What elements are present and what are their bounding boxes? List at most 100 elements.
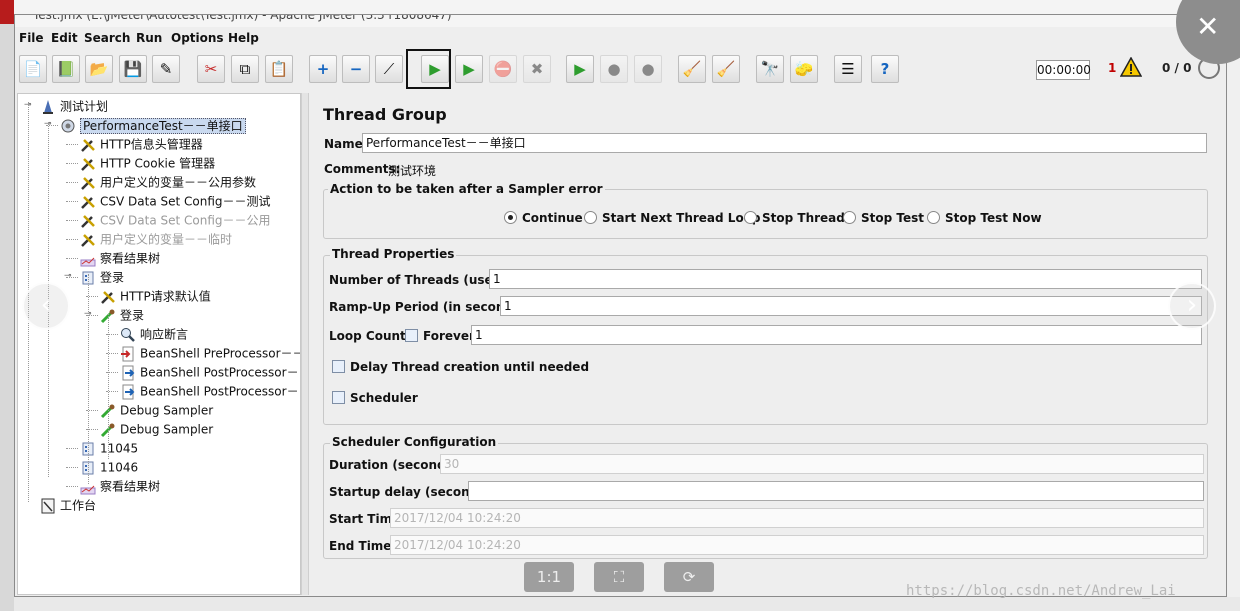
tree-node[interactable]: HTTP Cookie 管理器 [80,154,215,172]
templates-icon[interactable]: 📗 [52,55,80,83]
remote-shutdown-all-icon[interactable]: ● [634,55,662,83]
delay-thread-checkbox[interactable]: Delay Thread creation until needed [332,360,589,374]
tree-node-label: BeanShell PostProcessor－－ [140,384,301,399]
tree-node-label: Debug Sampler [120,403,214,418]
tree-node[interactable]: BeanShell PostProcessor－－ [120,363,300,381]
threads-label: Number of Threads (users): [329,273,517,287]
end-time-label: End Time [329,539,392,553]
start-no-pauses-icon[interactable]: ▶ [455,55,483,83]
start-time-field[interactable]: 2017/12/04 10:24:20 [390,508,1204,528]
warning-icon[interactable] [1120,57,1142,77]
tree-node[interactable]: 登录 [100,306,144,324]
stop-icon[interactable]: ⛔ [489,55,517,83]
remote-stop-all-icon[interactable]: ● [600,55,628,83]
radio-stop-thread[interactable]: Stop Thread [744,211,845,225]
open-icon[interactable]: 📂 [85,55,113,83]
expand-all-icon[interactable]: + [309,55,337,83]
tree-node-label: CSV Data Set Config－－公用 [100,213,271,228]
threads-field[interactable]: 1 [489,269,1202,289]
config-element-icon [80,137,96,153]
previous-image-icon[interactable]: ‹ [22,282,70,330]
tree-connector [66,467,78,468]
tree-node[interactable]: Debug Sampler [100,420,213,438]
config-element-icon [80,213,96,229]
radio-continue[interactable]: Continue [504,211,583,225]
save-icon[interactable]: 💾 [119,55,147,83]
search-icon[interactable]: 🔭 [756,55,784,83]
shutdown-icon[interactable]: ✖ [523,55,551,83]
start-icon[interactable]: ▶ [421,55,449,83]
loop-count-field[interactable]: 1 [471,325,1202,345]
test-plan-tree[interactable]: 测试计划 ⊸ PerformanceTest－－单接口 ⊸ HTTP信息头管理器 HTTP… [17,93,301,595]
menu-edit[interactable]: Edit [51,31,78,45]
splitter[interactable] [301,93,309,595]
radio-stop-test[interactable]: Stop Test [843,211,924,225]
menu-file[interactable]: File [19,31,44,45]
collapse-all-icon[interactable]: − [342,55,370,83]
tree-node[interactable]: BeanShell PostProcessor－－ [120,382,301,400]
fit-window-icon[interactable]: ⛶ [594,562,644,592]
desktop-app-icon [0,0,14,24]
config-element-icon [80,232,96,248]
function-helper-icon[interactable]: ☰ [834,55,862,83]
tree-connector [66,182,78,183]
paste-icon[interactable]: 📋 [265,55,293,83]
new-icon[interactable]: 📄 [19,55,47,83]
radio-stop-test-now[interactable]: Stop Test Now [927,211,1042,225]
scheduler-checkbox[interactable]: Scheduler [332,391,418,405]
sampler-error-group: Action to be taken after a Sampler error… [323,182,1208,239]
tree-node[interactable]: 用户定义的变量－－临时 [80,230,232,248]
clear-all-icon[interactable]: 🧹 [712,55,740,83]
tree-node[interactable]: PerformanceTest－－单接口 [60,116,246,134]
checkbox-box [332,391,345,404]
tree-node[interactable]: CSV Data Set Config－－公用 [80,211,271,229]
actual-size-button[interactable]: 1:1 [524,562,574,592]
help-icon[interactable]: ? [871,55,899,83]
tree-expander-icon[interactable]: ⊸ [64,272,72,281]
forever-checkbox[interactable]: Forever [405,329,475,343]
checkbox-box [332,360,345,373]
next-image-icon[interactable]: › [1168,282,1216,330]
tree-node-label: PerformanceTest－－单接口 [80,117,246,134]
tree-node[interactable]: 测试计划 [40,97,108,115]
tree-node-label: 用户定义的变量－－公用参数 [100,175,257,190]
tree-node[interactable]: Debug Sampler [100,401,213,419]
save-screenshot-icon[interactable]: ✎ [152,55,180,83]
menu-search[interactable]: Search [84,31,130,45]
tree-node[interactable]: 察看结果树 [80,249,160,267]
clear-icon[interactable]: 🧹 [678,55,706,83]
remote-start-all-icon[interactable]: ▶ [566,55,594,83]
tree-node[interactable]: 用户定义的变量－－公用参数 [80,173,256,191]
tree-connector [66,201,78,202]
tree-node[interactable]: HTTP请求默认值 [100,287,211,305]
rotate-icon[interactable]: ⟳ [664,562,714,592]
tree-node-label: 11046 [100,460,139,475]
tree-node[interactable]: CSV Data Set Config－－测试 [80,192,271,210]
postprocessor-icon [120,365,136,381]
tree-node[interactable]: 登录 [80,268,124,286]
tree-node-label: HTTP信息头管理器 [100,137,203,152]
menu-help[interactable]: Help [228,31,259,45]
config-element-icon [80,194,96,210]
tree-node[interactable]: HTTP信息头管理器 [80,135,203,153]
rampup-field[interactable]: 1 [500,296,1202,316]
menu-run[interactable]: Run [136,31,162,45]
tree-node[interactable]: 察看结果树 [80,477,160,495]
startup-delay-field[interactable] [468,481,1204,501]
name-field[interactable]: PerformanceTest－－单接口 [362,133,1207,153]
toggle-icon[interactable]: ⟋ [375,55,403,83]
tree-node[interactable]: 响应断言 [120,325,188,343]
tree-connector [66,163,78,164]
tree-node[interactable]: BeanShell PreProcessor－－当 [120,344,300,362]
tree-connector [66,144,78,145]
copy-icon[interactable]: ⧉ [231,55,259,83]
menu-options[interactable]: Options [171,31,224,45]
end-time-field[interactable]: 2017/12/04 10:24:20 [390,535,1204,555]
reset-search-icon[interactable]: 🧽 [790,55,818,83]
cut-icon[interactable]: ✂ [197,55,225,83]
duration-field[interactable]: 30 [440,454,1204,474]
comments-field[interactable]: 测试环境 [388,162,436,179]
tree-node[interactable]: 工作台 [40,496,96,514]
radio-dot [843,211,856,224]
radio-start-next-loop[interactable]: Start Next Thread Loop [584,211,761,225]
